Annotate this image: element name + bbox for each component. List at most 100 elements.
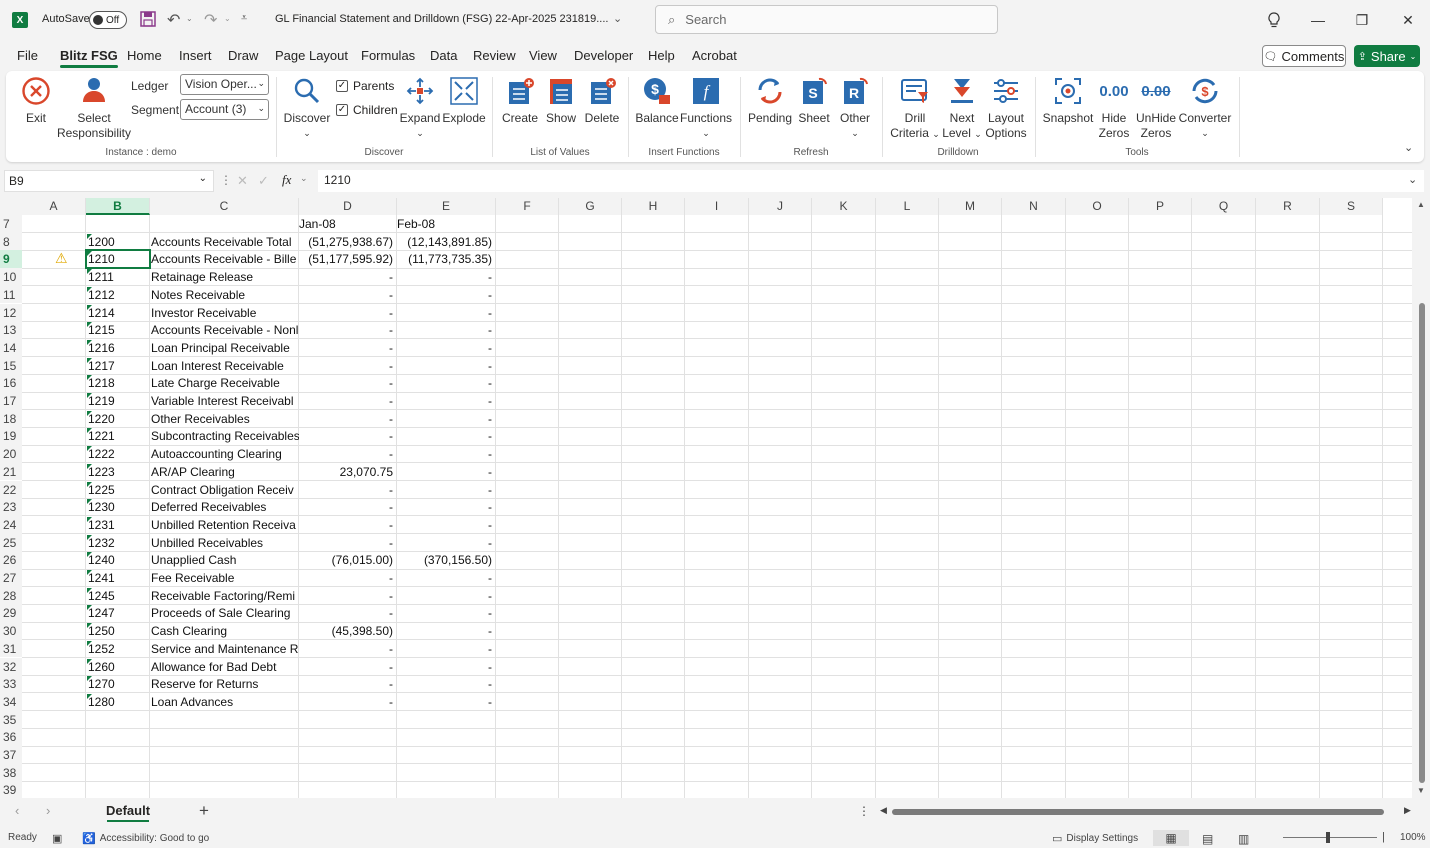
account-cell[interactable]: 1219 [88, 392, 148, 410]
description-cell[interactable]: Subcontracting Receivables [151, 427, 299, 445]
description-cell[interactable]: Deferred Receivables [151, 498, 299, 516]
row-header-8[interactable]: 8 [0, 232, 22, 251]
account-cell[interactable]: 1214 [88, 304, 148, 322]
column-header-j[interactable]: J [749, 198, 812, 215]
tab-draw[interactable]: Draw [228, 48, 258, 63]
scroll-down-icon[interactable]: ▼ [1417, 786, 1425, 795]
column-header-l[interactable]: L [876, 198, 939, 215]
column-header-o[interactable]: O [1066, 198, 1129, 215]
account-cell[interactable]: 1241 [88, 569, 148, 587]
children-checkbox[interactable]: ✓ Children [336, 103, 398, 117]
ledger-select[interactable]: Vision Oper... ⌄ [180, 74, 269, 95]
scroll-right-icon[interactable]: ▶ [1404, 805, 1411, 816]
amount-cell[interactable]: (11,773,735.35) [397, 250, 496, 268]
formula-input[interactable]: 1210 [318, 170, 1424, 192]
warning-icon[interactable]: ⚠ [55, 250, 71, 266]
explode-button[interactable]: Explode [442, 75, 486, 126]
delete-button[interactable]: Delete [582, 75, 622, 126]
tab-insert[interactable]: Insert [179, 48, 212, 63]
description-cell[interactable]: Proceeds of Sale Clearing [151, 604, 299, 622]
row-header-17[interactable]: 17 [0, 392, 22, 410]
account-cell[interactable]: 1230 [88, 498, 148, 516]
hide-zeros-button[interactable]: 0.00 Hide Zeros [1096, 75, 1132, 141]
column-header-r[interactable]: R [1256, 198, 1320, 215]
row-header-10[interactable]: 10 [0, 268, 22, 286]
row-header-35[interactable]: 35 [0, 710, 22, 729]
amount-cell[interactable]: - [397, 569, 496, 587]
account-cell[interactable]: 1270 [88, 675, 148, 693]
account-cell[interactable]: 1280 [88, 693, 148, 711]
sheet-options-icon[interactable]: ⋮ [858, 804, 870, 818]
description-cell[interactable]: Contract Obligation Receiv [151, 481, 299, 499]
column-header-h[interactable]: H [622, 198, 685, 215]
select-all-corner[interactable] [0, 198, 22, 215]
row-header-22[interactable]: 22 [0, 480, 22, 499]
description-cell[interactable]: Retainage Release [151, 268, 299, 286]
row-header-36[interactable]: 36 [0, 728, 22, 746]
snapshot-button[interactable]: Snapshot [1042, 75, 1094, 126]
amount-cell[interactable]: (51,177,595.92) [299, 250, 397, 268]
row-header-13[interactable]: 13 [0, 321, 22, 339]
macro-recording-icon[interactable]: ▣ [52, 832, 62, 845]
amount-cell[interactable]: - [397, 357, 496, 375]
account-cell[interactable]: 1232 [88, 534, 148, 552]
amount-cell[interactable]: - [299, 286, 397, 304]
amount-cell[interactable]: - [299, 587, 397, 605]
row-header-11[interactable]: 11 [0, 285, 22, 304]
prev-sheet-icon[interactable]: ‹ [15, 803, 19, 818]
description-cell[interactable]: Receivable Factoring/Remi [151, 587, 299, 605]
column-header-q[interactable]: Q [1192, 198, 1256, 215]
show-button[interactable]: Show [542, 75, 580, 126]
display-settings-button[interactable]: ▭ Display Settings [1052, 832, 1138, 845]
add-sheet-button[interactable]: + [199, 801, 209, 821]
pending-button[interactable]: Pending [748, 75, 792, 126]
parents-checkbox[interactable]: ✓ Parents [336, 79, 394, 93]
expand-formula-bar-icon[interactable]: ⌄ [1408, 173, 1417, 186]
confirm-entry-icon[interactable]: ✓ [258, 173, 269, 189]
comments-button[interactable]: 🗨 Comments [1262, 45, 1346, 67]
scrollbar-thumb[interactable] [892, 809, 1384, 815]
column-header-c[interactable]: C [150, 198, 299, 215]
account-cell[interactable]: 1240 [88, 551, 148, 569]
account-cell[interactable]: 1221 [88, 427, 148, 445]
description-cell[interactable]: Investor Receivable [151, 304, 299, 322]
account-cell[interactable]: 1220 [88, 410, 148, 428]
functions-button[interactable]: f Functions ⌄ [680, 75, 732, 141]
chevron-down-icon[interactable]: ⌄ [300, 173, 308, 184]
account-cell[interactable]: 1252 [88, 640, 148, 658]
expand-button[interactable]: Expand ⌄ [400, 75, 440, 141]
search-box[interactable]: ⌕ Search [655, 5, 998, 34]
description-cell[interactable]: Late Charge Receivable [151, 374, 299, 392]
account-cell[interactable]: 1245 [88, 587, 148, 605]
column-header-d[interactable]: D [299, 198, 397, 215]
amount-cell[interactable]: - [397, 374, 496, 392]
amount-cell[interactable]: - [397, 321, 496, 339]
more-options-icon[interactable]: ⋮ [220, 173, 232, 187]
worksheet-grid[interactable]: ABCDEFGHIJKLMNOPQRS 7 Jan-08 Feb-08 8 1200 Ac… [0, 198, 1412, 798]
amount-cell[interactable]: - [299, 640, 397, 658]
amount-cell[interactable]: - [299, 693, 397, 711]
description-cell[interactable]: Unapplied Cash [151, 551, 299, 569]
account-cell[interactable]: 1231 [88, 516, 148, 534]
amount-cell[interactable]: - [299, 392, 397, 410]
vertical-scrollbar[interactable]: ▲ ▼ [1414, 198, 1430, 798]
account-cell[interactable]: 1217 [88, 357, 148, 375]
row-header-31[interactable]: 31 [0, 639, 22, 658]
amount-cell[interactable]: - [397, 587, 496, 605]
converter-button[interactable]: $ Converter ⌄ [1178, 75, 1232, 141]
balance-button[interactable]: $ Balance [635, 75, 679, 126]
account-cell[interactable]: 1200 [88, 233, 148, 251]
column-header-a[interactable]: A [22, 198, 86, 215]
scrollbar-thumb[interactable] [1419, 303, 1425, 783]
row-header-33[interactable]: 33 [0, 675, 22, 693]
amount-cell[interactable]: - [397, 498, 496, 516]
select-responsibility-button[interactable]: Select Responsibility [56, 75, 132, 141]
row-header-12[interactable]: 12 [0, 303, 22, 322]
amount-cell[interactable]: - [397, 622, 496, 640]
collapse-ribbon-icon[interactable]: ⌄ [1404, 141, 1413, 154]
description-cell[interactable]: AR/AP Clearing [151, 463, 299, 481]
row-header-16[interactable]: 16 [0, 374, 22, 392]
amount-cell[interactable]: - [299, 427, 397, 445]
description-cell[interactable]: Cash Clearing [151, 622, 299, 640]
description-cell[interactable]: Other Receivables [151, 410, 299, 428]
